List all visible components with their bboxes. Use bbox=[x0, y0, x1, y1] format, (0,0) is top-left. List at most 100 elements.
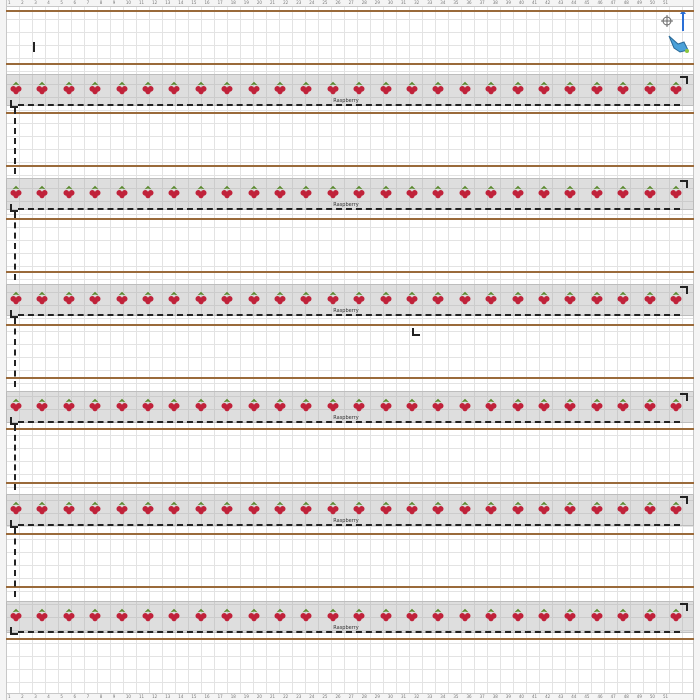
raspberry-plant-icon[interactable] bbox=[219, 184, 235, 200]
raspberry-plant-icon[interactable] bbox=[642, 607, 658, 623]
raspberry-plant-icon[interactable] bbox=[34, 184, 50, 200]
raspberry-plant-icon[interactable] bbox=[114, 607, 130, 623]
bed-corner-handle[interactable] bbox=[680, 180, 688, 188]
raspberry-plant-icon[interactable] bbox=[193, 607, 209, 623]
bed-corner-handle[interactable] bbox=[680, 286, 688, 294]
raspberry-plant-icon[interactable] bbox=[193, 500, 209, 516]
raspberry-plant-icon[interactable] bbox=[430, 607, 446, 623]
raspberry-plant-icon[interactable] bbox=[272, 184, 288, 200]
raspberry-plant-icon[interactable] bbox=[114, 290, 130, 306]
raspberry-plant-icon[interactable] bbox=[457, 500, 473, 516]
raspberry-plant-icon[interactable] bbox=[219, 397, 235, 413]
raspberry-plant-icon[interactable] bbox=[351, 290, 367, 306]
raspberry-plant-icon[interactable] bbox=[140, 500, 156, 516]
raspberry-plant-icon[interactable] bbox=[642, 184, 658, 200]
raspberry-plant-icon[interactable] bbox=[510, 500, 526, 516]
raspberry-plant-icon[interactable] bbox=[510, 80, 526, 96]
raspberry-plant-icon[interactable] bbox=[378, 607, 394, 623]
raspberry-plant-icon[interactable] bbox=[642, 290, 658, 306]
raspberry-plant-icon[interactable] bbox=[562, 290, 578, 306]
raspberry-plant-icon[interactable] bbox=[536, 397, 552, 413]
raspberry-plant-icon[interactable] bbox=[589, 500, 605, 516]
raspberry-plant-icon[interactable] bbox=[298, 397, 314, 413]
raspberry-plant-icon[interactable] bbox=[562, 607, 578, 623]
raspberry-plant-icon[interactable] bbox=[615, 607, 631, 623]
raspberry-plant-icon[interactable] bbox=[378, 290, 394, 306]
raspberry-plant-icon[interactable] bbox=[298, 184, 314, 200]
bed-boundary[interactable] bbox=[18, 314, 680, 316]
raspberry-plant-icon[interactable] bbox=[219, 290, 235, 306]
raspberry-plant-icon[interactable] bbox=[615, 184, 631, 200]
raspberry-plant-icon[interactable] bbox=[166, 290, 182, 306]
bed-boundary[interactable] bbox=[18, 104, 680, 106]
raspberry-plant-icon[interactable] bbox=[562, 397, 578, 413]
raspberry-plant-icon[interactable] bbox=[483, 290, 499, 306]
raspberry-plant-icon[interactable] bbox=[61, 184, 77, 200]
garden-planner-canvas[interactable]: 1 2 3 4 5 6 7 8 9 10 11 12 13 14 15 16 17 18 19 20 21 22 23 24 2… bbox=[0, 0, 700, 700]
raspberry-plant-icon[interactable] bbox=[457, 184, 473, 200]
raspberry-plant-icon[interactable] bbox=[430, 184, 446, 200]
raspberry-plant-icon[interactable] bbox=[34, 397, 50, 413]
raspberry-plant-icon[interactable] bbox=[140, 184, 156, 200]
raspberry-plant-icon[interactable] bbox=[642, 500, 658, 516]
bed-edge[interactable] bbox=[14, 212, 16, 280]
raspberry-plant-icon[interactable] bbox=[272, 290, 288, 306]
raspberry-plant-icon[interactable] bbox=[351, 397, 367, 413]
bed-boundary[interactable] bbox=[18, 208, 680, 210]
raspberry-plant-icon[interactable] bbox=[430, 500, 446, 516]
raspberry-plant-icon[interactable] bbox=[219, 607, 235, 623]
bed-edge[interactable] bbox=[14, 528, 16, 597]
bed-corner-handle[interactable] bbox=[10, 100, 18, 108]
bed-corner-handle[interactable] bbox=[680, 393, 688, 401]
raspberry-plant-icon[interactable] bbox=[114, 80, 130, 96]
raspberry-plant-icon[interactable] bbox=[272, 607, 288, 623]
raspberry-plant-icon[interactable] bbox=[536, 290, 552, 306]
raspberry-plant-icon[interactable] bbox=[61, 290, 77, 306]
raspberry-plant-icon[interactable] bbox=[246, 184, 262, 200]
raspberry-plant-icon[interactable] bbox=[589, 290, 605, 306]
bed-corner-handle[interactable] bbox=[10, 310, 18, 318]
raspberry-plant-icon[interactable] bbox=[298, 607, 314, 623]
raspberry-plant-icon[interactable] bbox=[325, 500, 341, 516]
raspberry-plant-icon[interactable] bbox=[298, 80, 314, 96]
raspberry-plant-icon[interactable] bbox=[193, 397, 209, 413]
raspberry-plant-icon[interactable] bbox=[325, 397, 341, 413]
raspberry-plant-icon[interactable] bbox=[140, 80, 156, 96]
raspberry-plant-icon[interactable] bbox=[87, 184, 103, 200]
raspberry-plant-icon[interactable] bbox=[114, 184, 130, 200]
raspberry-plant-icon[interactable] bbox=[193, 290, 209, 306]
bed-boundary[interactable] bbox=[18, 631, 680, 633]
raspberry-plant-icon[interactable] bbox=[298, 290, 314, 306]
raspberry-plant-icon[interactable] bbox=[615, 397, 631, 413]
bed-corner-handle[interactable] bbox=[10, 520, 18, 528]
raspberry-plant-icon[interactable] bbox=[246, 397, 262, 413]
raspberry-plant-icon[interactable] bbox=[8, 290, 24, 306]
raspberry-plant-icon[interactable] bbox=[378, 500, 394, 516]
raspberry-plant-icon[interactable] bbox=[483, 500, 499, 516]
bed-edge[interactable] bbox=[14, 318, 16, 387]
raspberry-plant-icon[interactable] bbox=[87, 397, 103, 413]
raspberry-plant-icon[interactable] bbox=[536, 607, 552, 623]
raspberry-plant-icon[interactable] bbox=[87, 500, 103, 516]
raspberry-plant-icon[interactable] bbox=[589, 607, 605, 623]
raspberry-plant-icon[interactable] bbox=[483, 607, 499, 623]
raspberry-plant-icon[interactable] bbox=[430, 290, 446, 306]
raspberry-plant-icon[interactable] bbox=[193, 80, 209, 96]
raspberry-plant-icon[interactable] bbox=[615, 500, 631, 516]
raspberry-plant-icon[interactable] bbox=[351, 607, 367, 623]
compass-icon[interactable] bbox=[660, 14, 674, 28]
raspberry-plant-icon[interactable] bbox=[246, 290, 262, 306]
raspberry-plant-icon[interactable] bbox=[378, 397, 394, 413]
raspberry-plant-icon[interactable] bbox=[272, 80, 288, 96]
raspberry-plant-icon[interactable] bbox=[510, 290, 526, 306]
raspberry-plant-icon[interactable] bbox=[34, 80, 50, 96]
raspberry-plant-icon[interactable] bbox=[430, 397, 446, 413]
watering-can-icon[interactable] bbox=[666, 32, 690, 54]
raspberry-plant-icon[interactable] bbox=[510, 607, 526, 623]
raspberry-plant-icon[interactable] bbox=[61, 397, 77, 413]
raspberry-plant-icon[interactable] bbox=[615, 290, 631, 306]
raspberry-plant-icon[interactable] bbox=[140, 290, 156, 306]
raspberry-plant-icon[interactable] bbox=[483, 80, 499, 96]
raspberry-plant-icon[interactable] bbox=[140, 397, 156, 413]
raspberry-plant-icon[interactable] bbox=[404, 397, 420, 413]
